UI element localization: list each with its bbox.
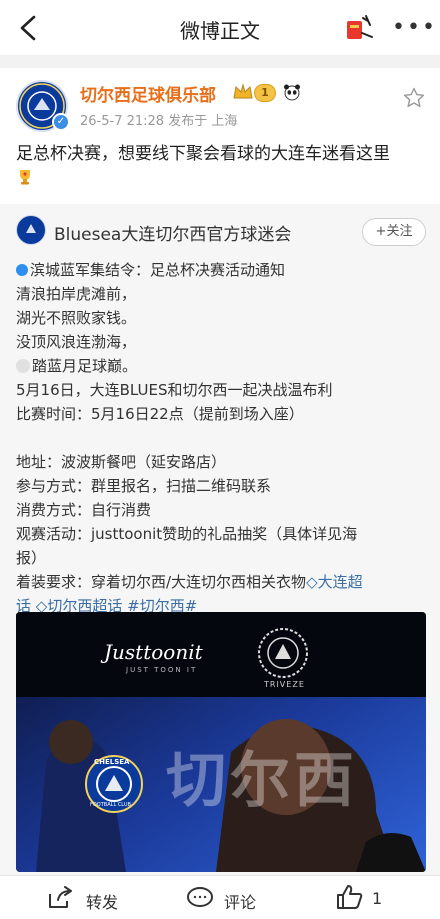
poster-image[interactable]: Justtoonit JUST TOON IT TRIVEZE 切尔西 CHEL… (16, 612, 426, 872)
action-bar: 转发 评论 1 (0, 875, 440, 919)
poster-brand-sub: JUST TOON IT (126, 666, 198, 674)
repost-body: 滨城蓝军集结令：足总杯决赛活动通知 清浪拍岸虎滩前， 湖光不照败家钱。 没顶风浪… (16, 258, 428, 618)
red-packet-icon[interactable] (344, 13, 374, 43)
poster-crest-icon (258, 628, 308, 678)
repost-label: 转发 (86, 893, 119, 912)
author-name[interactable]: 切尔西足球俱乐部 (80, 81, 216, 106)
divider (0, 56, 440, 68)
body-line: 5月16日，大连BLUES和切尔西一起决战温布利 (16, 381, 333, 399)
poster-big-text: 切尔西 (166, 746, 358, 816)
trophy-emoji-icon (20, 170, 30, 185)
blue-circle-emoji-icon (16, 264, 28, 276)
body-line: 着装要求：穿着切尔西/大连切尔西相关衣物◇大连超 (16, 573, 363, 591)
post-text: 足总杯决赛，想要线下聚会看球的大连车迷看这里 (16, 144, 390, 164)
verified-badge-icon: ✓ (52, 113, 70, 131)
body-line: 地址：波波斯餐吧（延安路店） (16, 453, 227, 471)
like-button[interactable]: 1 (336, 876, 416, 919)
crown-badge-icon (233, 83, 253, 99)
body-line (16, 426, 428, 450)
panda-icon (284, 84, 300, 101)
poster-club-sub: FOOTBALL CLUB (90, 802, 131, 808)
body-line: 清浪拍岸虎滩前， (16, 285, 137, 303)
comment-label: 评论 (224, 893, 257, 912)
repost-author-name[interactable]: Bluesea大连切尔西官方球迷会 (54, 220, 291, 245)
body-line: 消费方式：自行消费 (16, 501, 152, 519)
top-bar: 微博正文 ••• (0, 0, 440, 56)
body-line: 没顶风浪连渤海， (16, 333, 137, 351)
white-circle-emoji-icon (16, 359, 30, 373)
poster-brand: Justtoonit (104, 640, 203, 664)
repost-avatar[interactable] (16, 215, 46, 245)
topic-link-dalian[interactable]: ◇大连超 (306, 573, 363, 591)
poster-crest-text: TRIVEZE (264, 680, 305, 689)
body-line: 观赛活动：justtoonit赞助的礼品抽奖（具体详见海 (16, 525, 358, 543)
follow-button[interactable]: +关注 (362, 218, 426, 246)
thumbs-up-icon (337, 885, 363, 909)
comment-button[interactable]: 评论 (186, 876, 286, 919)
favorite-star-icon[interactable] (402, 86, 426, 110)
body-line: 湖光不照败家钱。 (16, 309, 137, 327)
body-line: 滨城蓝军集结令：足总杯决赛活动通知 (16, 258, 428, 282)
share-icon (49, 886, 72, 908)
body-line: 比赛时间：5月16日22点（提前到场入座） (16, 405, 304, 423)
page-title: 微博正文 (180, 19, 260, 43)
post-meta: 26-5-7 21:28 发布于 上海 (80, 114, 238, 129)
poster-club-name: CHELSEA (94, 758, 130, 766)
body-line: 参与方式：群里报名，扫描二维码联系 (16, 477, 272, 495)
comment-icon (187, 887, 213, 907)
level-badge: 1 (254, 84, 276, 102)
like-count: 1 (372, 889, 383, 908)
more-options-icon[interactable]: ••• (392, 17, 437, 39)
body-line: 踏蓝月足球巅。 (16, 354, 428, 378)
body-line: 报） (16, 549, 47, 567)
repost-button[interactable]: 转发 (46, 876, 146, 919)
